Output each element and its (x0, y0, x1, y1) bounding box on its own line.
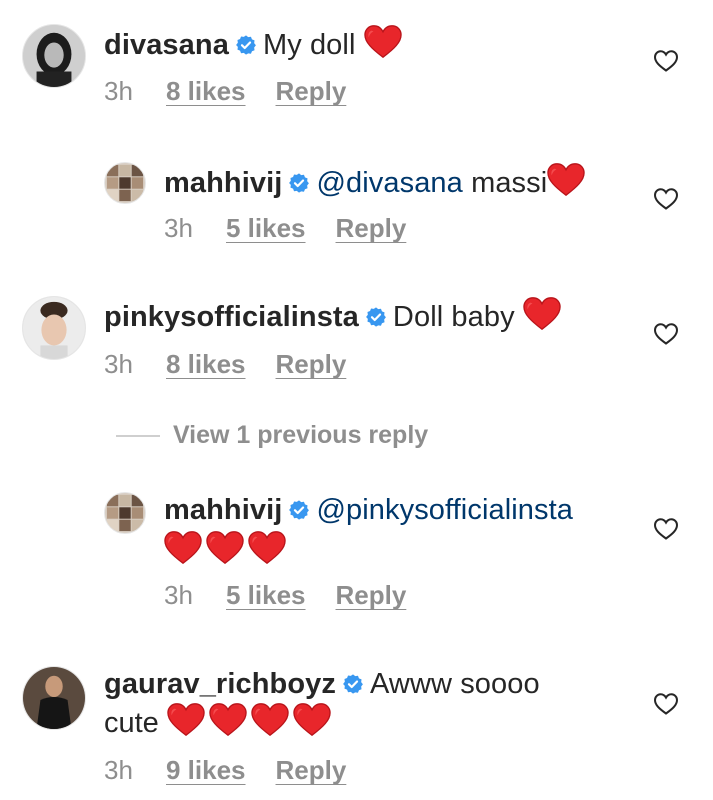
avatar[interactable] (104, 162, 146, 204)
heart-outline-icon[interactable] (653, 187, 679, 211)
red-heart-emoji (293, 702, 331, 738)
comment-text: Doll baby (392, 301, 515, 333)
heart-outline-icon[interactable] (653, 322, 679, 346)
reply-button[interactable]: Reply (276, 349, 347, 379)
red-heart-emoji (164, 530, 202, 566)
comment-text: Awww soooo (369, 668, 540, 700)
red-heart-emoji (364, 24, 402, 60)
likes-link[interactable]: 5 likes (226, 580, 306, 610)
timestamp: 3h (104, 76, 133, 106)
comment-line: gaurav_richboyz Awww soooo (104, 666, 540, 702)
comment-1: divasana My doll 3h 8 likes Reply (0, 0, 713, 120)
avatar-image (105, 493, 145, 533)
comment-line: mahhivij @pinkysofficialinsta (164, 492, 573, 528)
avatar[interactable] (104, 492, 146, 534)
verified-badge-icon (342, 673, 364, 695)
comment-line: pinkysofficialinsta Doll baby (104, 296, 565, 335)
red-heart-emoji (248, 530, 286, 566)
comment-2: mahhivij @divasana massi 3h 5 likes Reply (0, 150, 713, 260)
reply-button[interactable]: Reply (276, 755, 347, 785)
comment-text: massi (471, 167, 548, 199)
mention-link[interactable]: @divasana (316, 167, 462, 199)
heart-outline-icon[interactable] (653, 517, 679, 541)
comment-line: divasana My doll (104, 24, 406, 63)
likes-link[interactable]: 9 likes (166, 755, 246, 785)
avatar-image (23, 667, 85, 729)
username[interactable]: pinkysofficialinsta (104, 301, 359, 333)
view-previous-replies-button[interactable]: View 1 previous reply (116, 420, 428, 450)
view-previous-label: View 1 previous reply (172, 421, 429, 449)
comment-text: My doll (262, 29, 356, 61)
mention-link[interactable]: @pinkysofficialinsta (316, 494, 573, 526)
timestamp: 3h (164, 213, 193, 243)
comment-text-continuation: cute (104, 702, 335, 741)
likes-link[interactable]: 8 likes (166, 76, 246, 106)
timestamp: 3h (104, 755, 133, 785)
timestamp: 3h (104, 349, 133, 379)
comment-line: mahhivij @divasana massi (164, 162, 589, 201)
comment-hearts (164, 530, 290, 569)
username[interactable]: divasana (104, 29, 229, 61)
verified-badge-icon (288, 499, 310, 521)
red-heart-emoji (547, 162, 585, 198)
red-heart-emoji (206, 530, 244, 566)
username[interactable]: gaurav_richboyz (104, 668, 336, 700)
verified-badge-icon (288, 172, 310, 194)
comment-3: pinkysofficialinsta Doll baby 3h 8 likes Re… (0, 290, 713, 390)
comment-meta: 3h 5 likes Reply (164, 580, 406, 610)
reply-button[interactable]: Reply (336, 213, 407, 243)
verified-badge-icon (365, 306, 387, 328)
heart-outline-icon[interactable] (653, 49, 679, 73)
reply-button[interactable]: Reply (336, 580, 407, 610)
avatar[interactable] (22, 296, 86, 360)
divider-line (116, 435, 160, 438)
username[interactable]: mahhivij (164, 494, 282, 526)
red-heart-emoji (251, 702, 289, 738)
comment-4: mahhivij @pinkysofficialinsta 3h 5 likes Re… (0, 480, 713, 620)
username[interactable]: mahhivij (164, 167, 282, 199)
avatar[interactable] (22, 24, 86, 88)
comment-5: gaurav_richboyz Awww soooo cute 3h 9 likes… (0, 660, 713, 800)
heart-outline-icon[interactable] (653, 692, 679, 716)
comment-meta: 3h 8 likes Reply (104, 76, 346, 106)
timestamp: 3h (164, 580, 193, 610)
avatar[interactable] (22, 666, 86, 730)
avatar-image (105, 163, 145, 203)
comment-meta: 3h 8 likes Reply (104, 349, 346, 379)
red-heart-emoji (167, 702, 205, 738)
verified-badge-icon (235, 34, 257, 56)
avatar-image (23, 25, 85, 87)
reply-button[interactable]: Reply (276, 76, 347, 106)
likes-link[interactable]: 8 likes (166, 349, 246, 379)
comment-text: cute (104, 707, 159, 739)
red-heart-emoji (523, 296, 561, 332)
red-heart-emoji (209, 702, 247, 738)
likes-link[interactable]: 5 likes (226, 213, 306, 243)
comment-meta: 3h 9 likes Reply (104, 755, 346, 785)
avatar-image (23, 297, 85, 359)
comment-meta: 3h 5 likes Reply (164, 213, 406, 243)
